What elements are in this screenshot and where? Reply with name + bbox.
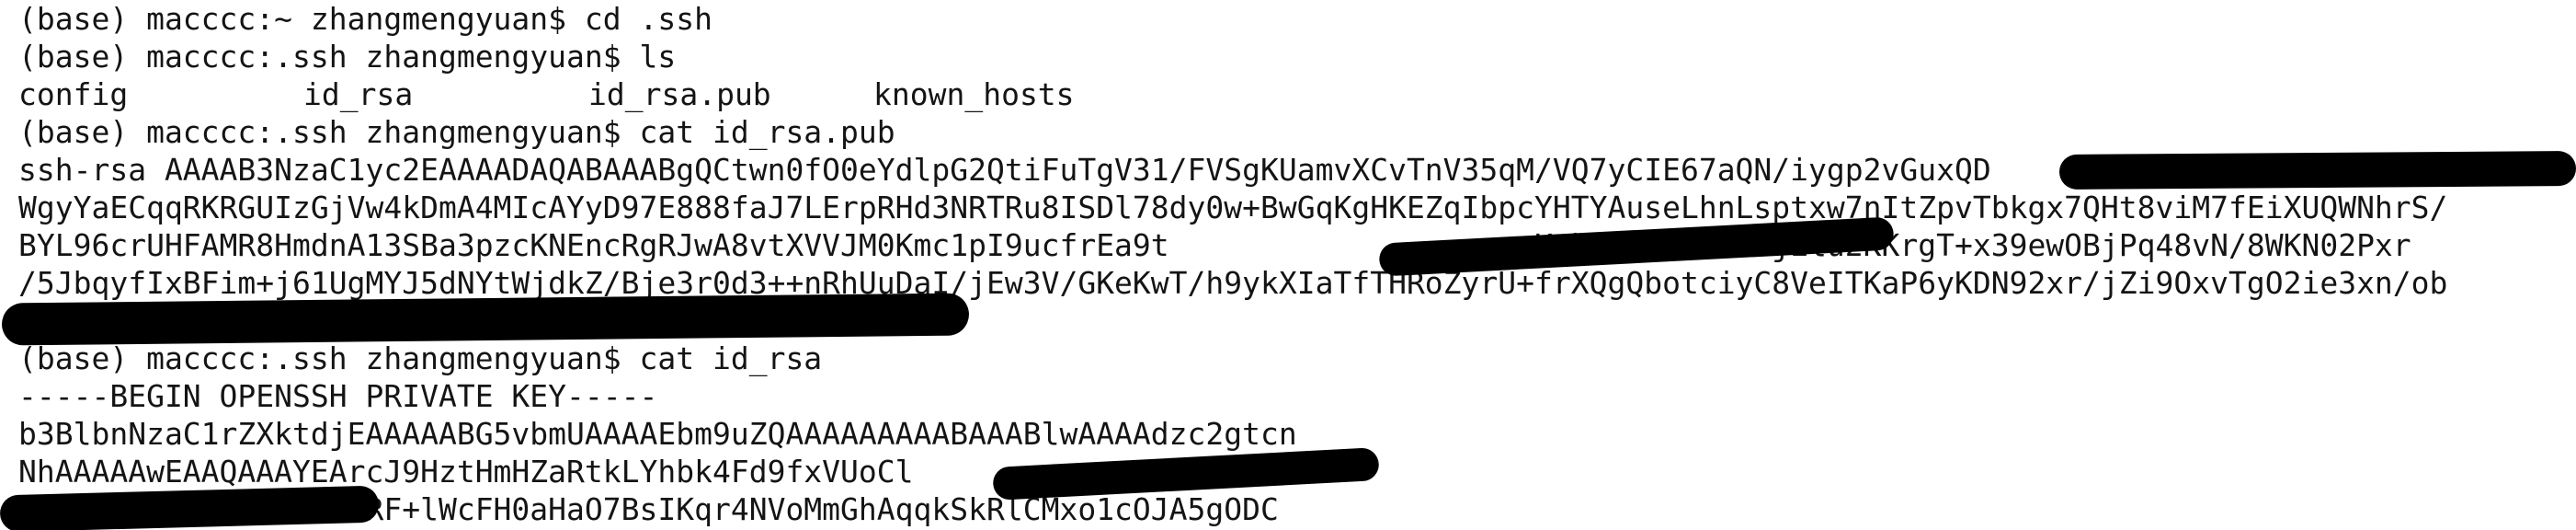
public-key-line: /5JbqyfIxBFim+j61UgMYJ5dNYtWjdkZ/Bje3r0d…: [18, 265, 2448, 301]
public-key-line: WgyYaECqqRKRGUIzGjVw4kDmA4MIcAYyD97E888f…: [18, 190, 2448, 225]
file-id-rsa: id_rsa: [303, 76, 414, 112]
file-id-rsa-pub: id_rsa.pub: [588, 76, 771, 112]
file-known-hosts: known_hosts: [873, 76, 1075, 112]
private-key-line: /iRF+lWcFH0aHaO7BsIKqr4NVoMmGhAqqkSkRlCM…: [18, 491, 1279, 527]
command-line-cd: (base) macccc:~ zhangmengyuan$ cd .ssh: [18, 1, 712, 37]
terminal-window[interactable]: (base) macccc:~ zhangmengyuan$ cd .ssh (…: [0, 0, 2576, 530]
command-line-ls: (base) macccc:.ssh zhangmengyuan$ ls: [18, 39, 677, 75]
private-key-line: b3BlbnNzaC1rZXktdjEAAAAABG5vbmUAAAAEbm9u…: [18, 416, 1297, 452]
redaction-mark: [2058, 151, 2576, 190]
command-line-cat-pub: (base) macccc:.ssh zhangmengyuan$ cat id…: [18, 114, 895, 150]
ls-output: config id_rsa id_rsa.pub known_hosts: [18, 75, 2565, 113]
terminal-output: (base) macccc:~ zhangmengyuan$ cd .ssh (…: [18, 0, 2565, 528]
private-key-header: -----BEGIN OPENSSH PRIVATE KEY-----: [18, 378, 658, 414]
public-key-line: BYL96crUHFAMR8HmdnA13SBa3pzcKNEncRgRJwA8…: [18, 227, 2411, 263]
file-config: config: [18, 76, 129, 112]
command-line-cat-private: (base) macccc:.ssh zhangmengyuan$ cat id…: [18, 340, 823, 376]
